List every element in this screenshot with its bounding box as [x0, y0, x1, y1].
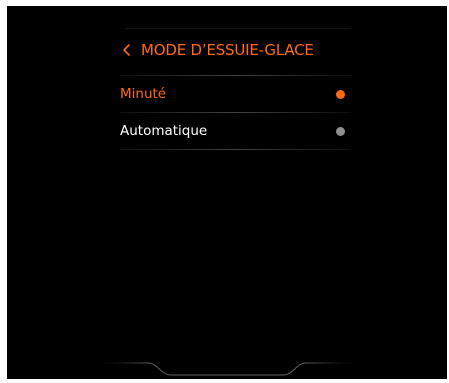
option-automatique[interactable]: Automatique	[119, 113, 351, 149]
back-header[interactable]: MODE D’ESSUIE-GLACE	[121, 39, 314, 61]
chevron-left-icon[interactable]	[121, 42, 133, 58]
option-automatique-radio[interactable]	[336, 127, 345, 136]
option-minute-label: Minuté	[120, 86, 167, 102]
divider	[119, 149, 351, 150]
option-minute-radio[interactable]	[336, 90, 345, 99]
option-minute[interactable]: Minuté	[119, 76, 351, 112]
page-title: MODE D’ESSUIE-GLACE	[141, 41, 314, 59]
top-divider	[125, 28, 350, 29]
bottom-tab-shape	[99, 362, 357, 376]
option-automatique-label: Automatique	[120, 123, 208, 139]
wiper-mode-screen: MODE D’ESSUIE-GLACE Minuté Automatique	[7, 6, 447, 379]
